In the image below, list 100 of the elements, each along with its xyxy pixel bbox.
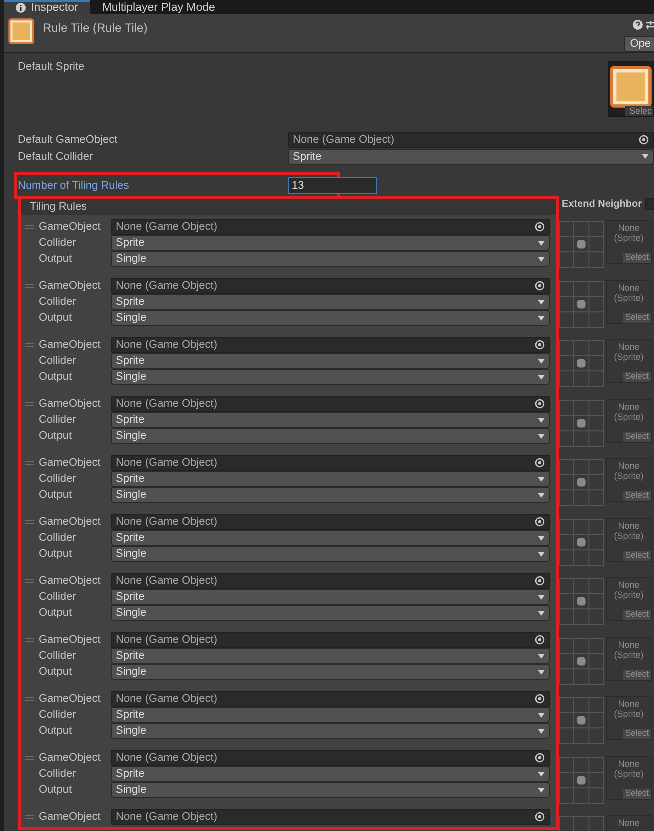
dropdown[interactable]: Sprite	[111, 471, 550, 487]
sprite-slot[interactable]: None (Sprite) Select	[606, 696, 652, 740]
field-label: GameObject	[39, 634, 102, 646]
sprite-thumbnail[interactable]: Selec	[608, 61, 654, 117]
tab[interactable]: Inspector	[4, 0, 90, 14]
dropdown[interactable]: Single	[111, 546, 550, 562]
sprite-slot[interactable]: None (Sprite) Select	[606, 518, 652, 562]
dropdown[interactable]: Single	[111, 782, 550, 798]
object-field[interactable]: None (Game Object)	[111, 337, 550, 353]
field-label: GameObject	[39, 575, 102, 587]
dropdown[interactable]: Sprite	[111, 353, 550, 369]
field-label: GameObject	[39, 398, 102, 410]
neighbor-grid[interactable]	[559, 280, 604, 328]
number-field[interactable]: 13	[288, 177, 377, 194]
tile-icon	[8, 18, 35, 45]
dropdown[interactable]: Single	[111, 251, 550, 267]
dropdown[interactable]: Single	[111, 664, 550, 680]
neighbor-grid[interactable]	[559, 458, 604, 507]
target-icon[interactable]	[639, 134, 649, 144]
drag-handle-icon[interactable]	[25, 697, 34, 701]
dropdown-arrow-icon	[538, 240, 545, 246]
neighbor-grid[interactable]	[559, 518, 604, 566]
dropdown[interactable]: Sprite	[111, 766, 550, 782]
drag-handle-icon[interactable]	[25, 402, 34, 406]
dropdown[interactable]: Sprite	[111, 235, 550, 251]
target-icon[interactable]	[535, 517, 545, 527]
drag-handle-icon[interactable]	[25, 461, 34, 465]
drag-handle-icon[interactable]	[25, 579, 34, 583]
target-icon[interactable]	[535, 694, 545, 704]
object-field[interactable]: None (Game Object)	[288, 132, 654, 148]
dropdown[interactable]: Sprite	[288, 148, 654, 164]
object-field[interactable]: None (Game Object)	[111, 632, 550, 648]
dropdown[interactable]: Single	[111, 487, 550, 503]
dropdown[interactable]: Sprite	[111, 530, 550, 546]
target-icon[interactable]	[535, 576, 545, 586]
dropdown[interactable]: Single	[111, 369, 550, 385]
dropdown[interactable]: Single	[111, 428, 550, 444]
sprite-slot[interactable]: None (Sprite) Select	[606, 398, 652, 442]
neighbor-grid[interactable]	[559, 398, 604, 448]
drag-handle-icon[interactable]	[25, 284, 34, 288]
sliders-icon[interactable]	[646, 20, 654, 30]
drag-handle-icon[interactable]	[25, 815, 34, 819]
list-header: Tiling Rules	[30, 201, 88, 213]
help-icon[interactable]	[633, 20, 643, 30]
drag-handle-icon[interactable]	[25, 520, 34, 524]
object-field[interactable]: None (Game Object)	[111, 278, 550, 294]
sprite-slot[interactable]: None (Sprite) Select	[606, 339, 652, 383]
dropdown[interactable]: Sprite	[111, 589, 550, 605]
neighbor-grid[interactable]	[559, 339, 604, 388]
object-field[interactable]: None (Game Object)	[111, 514, 550, 530]
sprite-slot[interactable]: None (Sprite) Select	[606, 636, 652, 680]
neighbor-grid[interactable]	[559, 220, 604, 269]
dropdown[interactable]: Single	[111, 723, 550, 739]
object-field[interactable]: None (Game Object)	[111, 455, 550, 471]
drag-handle-icon[interactable]	[25, 225, 34, 229]
target-icon[interactable]	[535, 399, 545, 409]
dropdown[interactable]: Single	[111, 310, 550, 326]
dropdown[interactable]: Single	[111, 605, 550, 621]
dropdown[interactable]: Sprite	[111, 707, 550, 723]
neighbor-grid[interactable]	[559, 756, 604, 804]
object-field[interactable]: None (Game Object)	[111, 691, 550, 707]
dropdown[interactable]: Sprite	[111, 648, 550, 664]
target-icon[interactable]	[535, 753, 545, 763]
sprite-slot[interactable]: None (Sprite) Select	[606, 577, 652, 621]
target-icon[interactable]	[535, 812, 545, 822]
neighbor-grid[interactable]	[559, 696, 604, 745]
sprite-slot[interactable]: None (Sprite) Select	[606, 756, 652, 800]
neighbor-grid[interactable]	[559, 577, 604, 626]
dropdown-arrow-icon	[538, 728, 545, 734]
sprite-slot[interactable]: None (Sprite) Select	[606, 220, 652, 264]
sprite-slot[interactable]: None (Sprite) Select	[606, 280, 652, 324]
drag-handle-icon[interactable]	[25, 343, 34, 347]
dropdown-arrow-icon	[538, 594, 545, 600]
field-label: Collider	[39, 650, 78, 662]
drag-handle-icon[interactable]	[25, 756, 34, 760]
object-field[interactable]: None (Game Object)	[111, 573, 550, 589]
dropdown-arrow-icon	[538, 434, 545, 438]
target-icon[interactable]	[535, 340, 545, 350]
target-icon[interactable]	[535, 635, 545, 645]
field-label: Output	[39, 725, 74, 737]
open-button[interactable]: Ope	[624, 36, 654, 52]
field-label: Default GameObject	[18, 134, 119, 146]
field-label: Output	[39, 253, 74, 265]
field-label: Collider	[39, 296, 78, 308]
neighbor-grid[interactable]	[559, 636, 604, 686]
target-icon[interactable]	[535, 458, 545, 468]
field-label: GameObject	[39, 752, 102, 764]
object-field[interactable]: None (Game Object)	[111, 219, 550, 235]
object-field[interactable]: None (Game Object)	[111, 396, 550, 412]
object-field[interactable]: None (Game Object)	[111, 750, 550, 766]
select-button[interactable]: Selec	[625, 106, 653, 116]
target-icon[interactable]	[535, 222, 545, 232]
dropdown[interactable]: Sprite	[111, 412, 550, 428]
target-icon[interactable]	[535, 281, 545, 291]
dropdown[interactable]: Sprite	[111, 294, 550, 310]
drag-handle-icon[interactable]	[25, 638, 34, 642]
sprite-slot[interactable]: None (Sprite) Select	[606, 458, 652, 502]
sprite-slot[interactable]: None	[606, 815, 652, 831]
tab[interactable]: Multiplayer Play Mode	[90, 0, 228, 14]
object-field[interactable]: None (Game Object)	[111, 809, 550, 825]
